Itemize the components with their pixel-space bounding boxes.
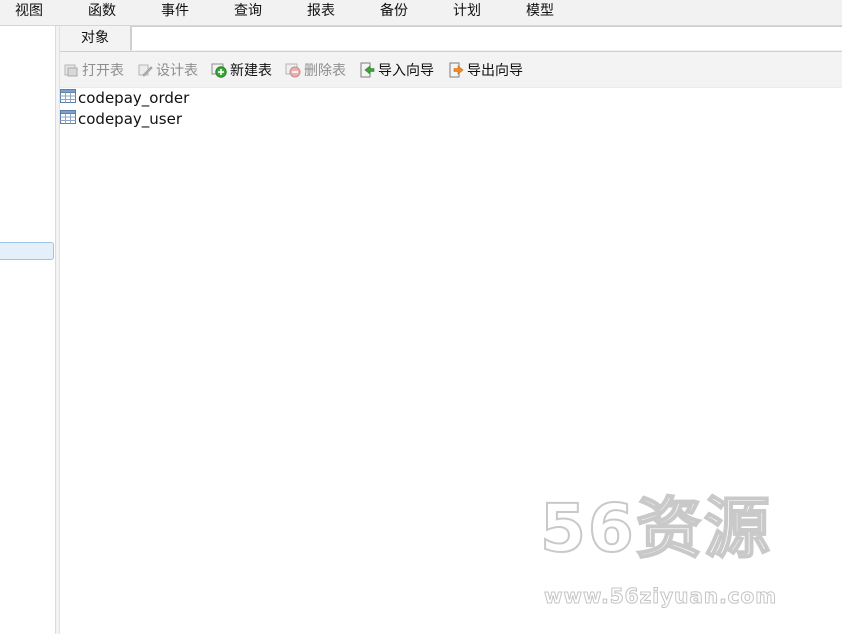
- add-table-icon: [211, 62, 227, 78]
- list-item[interactable]: codepay_order: [60, 88, 189, 108]
- list-item[interactable]: codepay_user: [60, 109, 182, 129]
- export-icon: [448, 62, 464, 78]
- menu-events[interactable]: 事件: [161, 0, 189, 25]
- new-table-label: 新建表: [230, 63, 272, 79]
- menu-view[interactable]: 视图: [15, 0, 43, 25]
- menu-queries[interactable]: 查询: [234, 0, 262, 25]
- watermark: 56资源 www.56ziyuan.com: [536, 490, 816, 609]
- menu-backup[interactable]: 备份: [380, 0, 408, 25]
- design-table-icon: [137, 62, 153, 78]
- delete-table-button[interactable]: 删除表: [285, 61, 346, 79]
- menu-reports[interactable]: 报表: [307, 0, 335, 25]
- menu-schedule[interactable]: 计划: [453, 0, 481, 25]
- watermark-url: www.56ziyuan.com: [543, 584, 778, 609]
- import-wizard-label: 导入向导: [378, 63, 434, 79]
- delete-table-label: 删除表: [304, 63, 346, 79]
- tab-strip-empty: [131, 26, 842, 50]
- menu-bar: 视图 函数 事件 查询 报表 备份 计划 模型: [0, 0, 842, 26]
- menu-functions[interactable]: 函数: [88, 0, 116, 25]
- table-name: codepay_order: [78, 89, 190, 107]
- object-toolbar: 打开表 设计表 新建表 删除表 导入向导 导出向导: [60, 52, 842, 88]
- table-name: codepay_user: [78, 110, 182, 128]
- watermark-logo: 56资源: [539, 490, 772, 567]
- design-table-label: 设计表: [156, 63, 198, 79]
- nav-selected-item[interactable]: [0, 242, 54, 260]
- new-table-button[interactable]: 新建表: [211, 61, 272, 79]
- menu-model[interactable]: 模型: [526, 0, 554, 25]
- tab-objects[interactable]: 对象: [60, 26, 131, 51]
- table-icon: [60, 89, 78, 107]
- import-icon: [359, 62, 375, 78]
- open-table-button[interactable]: 打开表: [63, 61, 124, 79]
- import-wizard-button[interactable]: 导入向导: [359, 61, 434, 79]
- export-wizard-button[interactable]: 导出向导: [448, 61, 523, 79]
- navigation-pane[interactable]: [0, 26, 56, 634]
- design-table-button[interactable]: 设计表: [137, 61, 198, 79]
- table-icon: [60, 110, 78, 128]
- delete-table-icon: [285, 62, 301, 78]
- export-wizard-label: 导出向导: [467, 63, 523, 79]
- open-table-label: 打开表: [82, 63, 124, 79]
- tab-strip: 对象: [60, 26, 842, 52]
- open-table-icon: [63, 62, 79, 78]
